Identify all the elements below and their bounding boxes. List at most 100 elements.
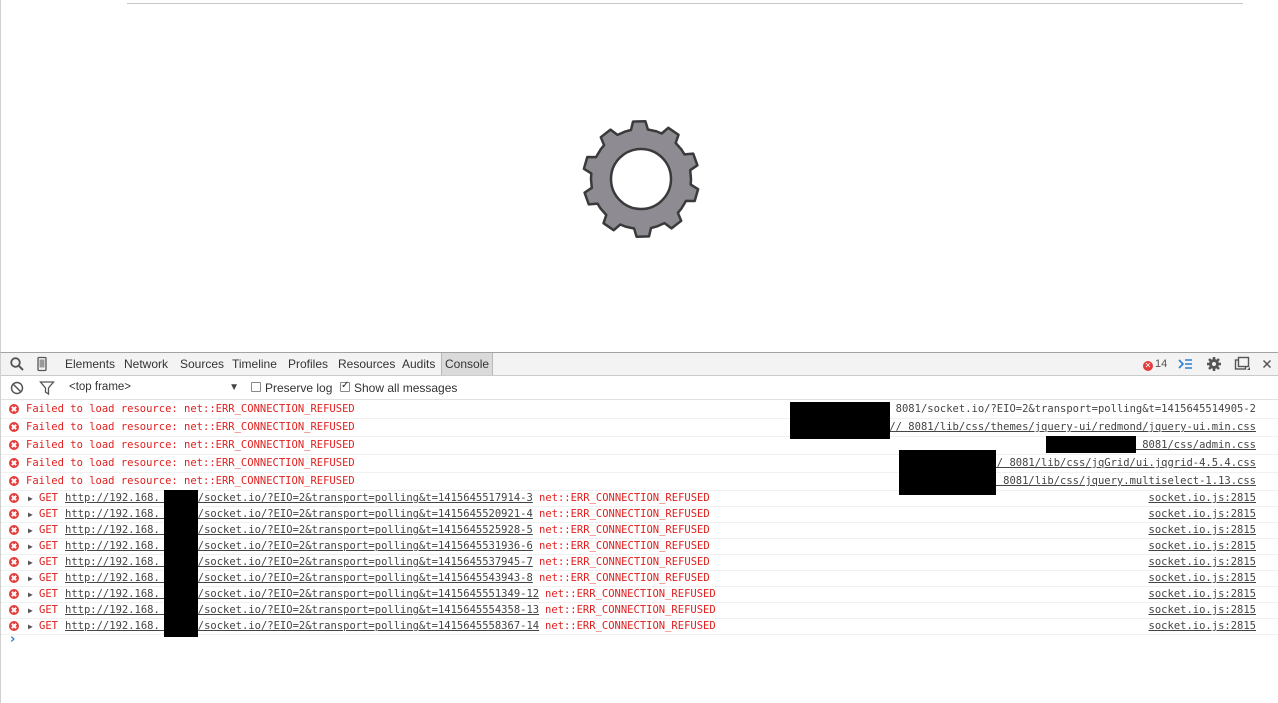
console-prompt[interactable]: › [10, 632, 15, 647]
error-icon [9, 440, 19, 450]
tab-network[interactable]: Network [121, 353, 171, 375]
source-link[interactable]: socket.io.js:2815 [1149, 619, 1256, 634]
tab-sources[interactable]: Sources [177, 353, 227, 375]
error-count-icon: ✕ [1143, 361, 1153, 371]
redaction-block [899, 450, 996, 495]
redaction-block [1046, 436, 1136, 453]
error-icon [9, 525, 19, 535]
resource-url[interactable]: http:// 8081/socket.io/?EIO=2&transport=… [845, 401, 1256, 417]
request-error: net::ERR_CONNECTION_REFUSED [539, 508, 710, 520]
request-error: net::ERR_CONNECTION_REFUSED [539, 540, 710, 552]
dock-icon[interactable] [1234, 356, 1250, 372]
tab-resources[interactable]: Resources [335, 353, 398, 375]
source-link[interactable]: socket.io.js:2815 [1149, 539, 1256, 554]
expand-triangle-icon[interactable]: ▶ [28, 619, 33, 634]
request-url[interactable]: http://192.168. :8081/socket.io/?EIO=2&t… [65, 491, 533, 506]
top-strip [127, 0, 1243, 4]
source-link[interactable]: socket.io.js:2815 [1149, 523, 1256, 538]
source-link[interactable]: socket.io.js:2815 [1149, 603, 1256, 618]
request-error: net::ERR_CONNECTION_REFUSED [545, 620, 716, 632]
source-link[interactable]: socket.io.js:2815 [1149, 587, 1256, 602]
error-icon [9, 476, 19, 486]
request-method: GET [39, 508, 58, 520]
error-icon [9, 573, 19, 583]
show-all-messages-checkbox[interactable] [340, 380, 350, 392]
close-icon[interactable] [1259, 356, 1275, 372]
error-count: 14 [1155, 358, 1168, 370]
resource-url[interactable]: http:// 8081/lib/css/jqGrid/ui.jqgrid-4.… [959, 455, 1256, 471]
resource-url[interactable]: http:// 8081/lib/css/themes/jquery-ui/re… [858, 419, 1256, 435]
request-method: GET [39, 572, 58, 584]
error-icon [9, 541, 19, 551]
tab-audits[interactable]: Audits [399, 353, 438, 375]
error-message: Failed to load resource: net::ERR_CONNEC… [26, 457, 355, 469]
error-message: Failed to load resource: net::ERR_CONNEC… [26, 439, 355, 451]
request-method: GET [39, 556, 58, 568]
frame-select[interactable]: <top frame> ▼ [69, 379, 241, 396]
drawer-icon[interactable] [1177, 356, 1193, 372]
request-method: GET [39, 588, 58, 600]
expand-triangle-icon[interactable]: ▶ [28, 587, 33, 602]
expand-triangle-icon[interactable]: ▶ [28, 603, 33, 618]
request-error: net::ERR_CONNECTION_REFUSED [545, 604, 716, 616]
preserve-log-checkbox[interactable] [251, 382, 261, 392]
request-url[interactable]: http://192.168. :8081/socket.io/?EIO=2&t… [65, 619, 539, 634]
error-icon [9, 493, 19, 503]
device-icon[interactable] [34, 356, 50, 372]
error-icon [9, 621, 19, 631]
error-icon [9, 557, 19, 567]
gear-hole [609, 147, 673, 211]
request-method: GET [39, 604, 58, 616]
expand-triangle-icon[interactable]: ▶ [28, 571, 33, 586]
request-error: net::ERR_CONNECTION_REFUSED [539, 492, 710, 504]
request-url[interactable]: http://192.168. :8081/socket.io/?EIO=2&t… [65, 507, 533, 522]
request-method: GET [39, 524, 58, 536]
source-link[interactable]: socket.io.js:2815 [1149, 571, 1256, 586]
expand-triangle-icon[interactable]: ▶ [28, 507, 33, 522]
expand-triangle-icon[interactable]: ▶ [28, 555, 33, 570]
redaction-block [164, 490, 198, 637]
expand-triangle-icon[interactable]: ▶ [28, 491, 33, 506]
search-icon[interactable] [9, 356, 25, 372]
request-url[interactable]: http://192.168. :8081/socket.io/?EIO=2&t… [65, 603, 539, 618]
request-error: net::ERR_CONNECTION_REFUSED [539, 572, 710, 584]
request-error: net::ERR_CONNECTION_REFUSED [539, 556, 710, 568]
console-row: Failed to load resource: net::ERR_CONNEC… [1, 419, 1278, 437]
console-row: Failed to load resource: net::ERR_CONNEC… [1, 473, 1278, 491]
source-link[interactable]: socket.io.js:2815 [1149, 555, 1256, 570]
resource-url[interactable]: http:// 8081/lib/css/jquery.multiselect-… [953, 473, 1256, 489]
console-row: Failed to load resource: net::ERR_CONNEC… [1, 455, 1278, 473]
error-icon [9, 605, 19, 615]
error-icon [9, 422, 19, 432]
frame-select-value: <top frame> [69, 381, 132, 393]
loading-gear-icon [582, 119, 700, 239]
clear-icon[interactable] [9, 380, 25, 396]
chevron-down-icon: ▼ [229, 382, 239, 393]
source-link[interactable]: socket.io.js:2815 [1149, 507, 1256, 522]
expand-triangle-icon[interactable]: ▶ [28, 523, 33, 538]
devtools-panel: Elements Network Sources Timeline Profil… [0, 352, 1278, 703]
error-icon [9, 509, 19, 519]
preserve-log-label[interactable]: Preserve log [265, 380, 332, 396]
console-toolbar: <top frame> ▼ Preserve log Show all mess… [1, 376, 1278, 400]
error-message: Failed to load resource: net::ERR_CONNEC… [26, 475, 355, 487]
request-url[interactable]: http://192.168. :8081/socket.io/?EIO=2&t… [65, 555, 533, 570]
expand-triangle-icon[interactable]: ▶ [28, 539, 33, 554]
request-url[interactable]: http://192.168. :8081/socket.io/?EIO=2&t… [65, 587, 539, 602]
error-count-badge[interactable]: ✕ 14 [1143, 353, 1167, 375]
show-all-messages-label[interactable]: Show all messages [354, 380, 457, 396]
request-error: net::ERR_CONNECTION_REFUSED [539, 524, 710, 536]
tab-elements[interactable]: Elements [62, 353, 118, 375]
request-url[interactable]: http://192.168. :8081/socket.io/?EIO=2&t… [65, 571, 533, 586]
devtools-tabbar: Elements Network Sources Timeline Profil… [1, 353, 1278, 376]
tab-console[interactable]: Console [441, 353, 494, 375]
filter-icon[interactable] [39, 380, 55, 396]
request-error: net::ERR_CONNECTION_REFUSED [545, 588, 716, 600]
tab-timeline[interactable]: Timeline [229, 353, 280, 375]
gear-icon[interactable] [1206, 356, 1222, 372]
request-method: GET [39, 492, 58, 504]
source-link[interactable]: socket.io.js:2815 [1149, 491, 1256, 506]
request-url[interactable]: http://192.168. :8081/socket.io/?EIO=2&t… [65, 523, 533, 538]
tab-profiles[interactable]: Profiles [285, 353, 331, 375]
request-url[interactable]: http://192.168. :8081/socket.io/?EIO=2&t… [65, 539, 533, 554]
